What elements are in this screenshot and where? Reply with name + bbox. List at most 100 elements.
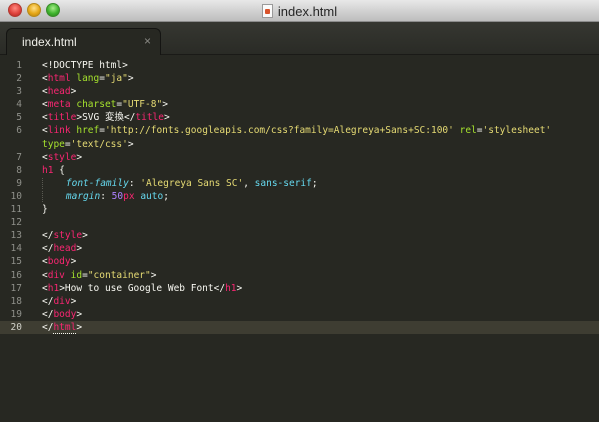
code-line[interactable]: 14 </head>: [0, 242, 599, 255]
code-attribute: id: [70, 269, 83, 281]
code-line[interactable]: 13 </style>: [0, 229, 599, 242]
code-punctuation: >: [127, 73, 134, 85]
window-titlebar: index.html: [0, 0, 599, 22]
line-number: 8: [16, 164, 22, 176]
code-string: 'Alegreya Sans SC': [140, 177, 244, 189]
code-tag: html: [47, 73, 71, 85]
line-code: <body>: [42, 255, 76, 268]
code-punctuation: >: [236, 282, 243, 294]
line-code: <title>SVG 変換</title>: [42, 111, 170, 124]
code-number: 50: [111, 190, 124, 202]
code-punctuation: >: [76, 151, 83, 163]
code-line[interactable]: 20 </html>: [0, 320, 599, 334]
code-tag: h1: [225, 282, 237, 294]
code-line[interactable]: 15 <body>: [0, 255, 599, 268]
code-punctuation: </: [42, 243, 54, 255]
code-punctuation: </: [42, 321, 54, 333]
indent-guide: [42, 177, 66, 189]
code-value: sans-serif: [254, 177, 312, 189]
code-line[interactable]: 8 h1 {: [0, 164, 599, 177]
code-punctuation: >: [70, 295, 77, 307]
code-tag: div: [53, 295, 71, 307]
tab-close-icon[interactable]: ×: [144, 34, 151, 48]
line-number: 20: [10, 321, 22, 333]
line-number: 15: [10, 256, 22, 268]
code-string: 'stylesheet': [482, 125, 552, 137]
line-code: <html lang="ja">: [42, 72, 134, 85]
line-number: 19: [10, 308, 22, 320]
code-line[interactable]: 2 <html lang="ja">: [0, 72, 599, 85]
line-number: 2: [16, 73, 22, 85]
code-line[interactable]: 18 </div>: [0, 295, 599, 308]
code-tag: html: [53, 321, 77, 334]
code-line[interactable]: type='text/css'>: [0, 138, 599, 151]
code-attribute: type: [42, 138, 65, 150]
line-code: margin: 50px auto;: [42, 190, 169, 203]
code-punctuation: :: [100, 190, 112, 202]
code-string: "container": [87, 269, 151, 281]
line-code: </style>: [42, 229, 88, 242]
code-line[interactable]: 11}: [0, 203, 599, 216]
code-editor[interactable]: 1 <!DOCTYPE html> 2 <html lang="ja"> 3 <head>…: [0, 55, 599, 422]
code-area[interactable]: 1 <!DOCTYPE html> 2 <html lang="ja"> 3 <head>…: [0, 59, 599, 334]
code-line[interactable]: 4 <meta charset="UTF-8">: [0, 98, 599, 111]
line-code: font-family: 'Alegreya Sans SC', sans-se…: [42, 177, 318, 190]
code-punctuation: >: [76, 308, 83, 320]
code-line[interactable]: 17 <h1>How to use Google Web Font</h1>: [0, 282, 599, 295]
code-tag: head: [47, 86, 71, 98]
line-code: </head>: [42, 242, 82, 255]
code-tag: title: [135, 112, 164, 124]
line-number: 1: [16, 60, 22, 71]
code-punctuation: :: [128, 177, 141, 189]
code-tag: body: [53, 308, 77, 320]
code-punctuation: }: [42, 204, 48, 216]
line-number: 4: [16, 99, 22, 111]
code-attribute: charset: [76, 99, 117, 111]
code-string: 'http://fonts.googleapis.com/css?family=…: [104, 125, 454, 137]
code-line[interactable]: 1 <!DOCTYPE html>: [0, 59, 599, 72]
line-number: 13: [10, 230, 22, 242]
code-tag: div: [47, 269, 65, 281]
code-punctuation: ;: [163, 190, 169, 202]
code-punctuation: >: [76, 321, 83, 333]
window-title-group: index.html: [0, 0, 599, 22]
window-title: index.html: [277, 3, 338, 19]
indent-guide: [42, 190, 66, 202]
code-line[interactable]: 12: [0, 216, 599, 229]
line-code: type='text/css'>: [42, 138, 134, 151]
line-code: <style>: [42, 151, 82, 164]
code-line[interactable]: 7 <style>: [0, 151, 599, 164]
code-punctuation: </: [42, 308, 54, 320]
code-line[interactable]: 10 margin: 50px auto;: [0, 190, 599, 203]
line-code: <h1>How to use Google Web Font</h1>: [42, 282, 242, 295]
code-punctuation: >: [127, 138, 134, 150]
line-number: 18: [10, 295, 22, 307]
line-number: 11: [10, 204, 22, 216]
line-number: 9: [16, 177, 22, 189]
line-number: 12: [10, 217, 22, 229]
code-line[interactable]: 9 font-family: 'Alegreya Sans SC', sans-…: [0, 177, 599, 190]
code-line[interactable]: 16 <div id="container">: [0, 269, 599, 282]
line-code: }: [42, 203, 48, 216]
line-code: <!DOCTYPE html>: [42, 59, 128, 72]
line-code: <link href='http://fonts.googleapis.com/…: [42, 124, 551, 137]
code-line[interactable]: 3 <head>: [0, 85, 599, 98]
line-code: </div>: [42, 295, 76, 308]
code-punctuation: </: [42, 295, 54, 307]
code-tag: head: [53, 243, 77, 255]
code-string: 'text/css': [70, 138, 128, 150]
code-punctuation: >: [70, 256, 77, 268]
code-attribute: href: [76, 125, 100, 137]
tab-index-html[interactable]: index.html ×: [6, 28, 161, 55]
tab-bar: index.html ×: [0, 22, 599, 55]
code-line[interactable]: 6 <link href='http://fonts.googleapis.com…: [0, 124, 599, 137]
code-line[interactable]: 5 <title>SVG 変換</title>: [0, 111, 599, 124]
code-property: font-family: [65, 177, 129, 189]
line-code: <meta charset="UTF-8">: [42, 98, 168, 111]
html-document-icon: [261, 4, 273, 18]
code-line[interactable]: 19 </body>: [0, 308, 599, 321]
code-string: "ja": [104, 73, 128, 85]
code-punctuation: >: [162, 99, 168, 111]
code-punctuation: >: [164, 112, 170, 124]
code-attribute: lang: [76, 73, 100, 85]
